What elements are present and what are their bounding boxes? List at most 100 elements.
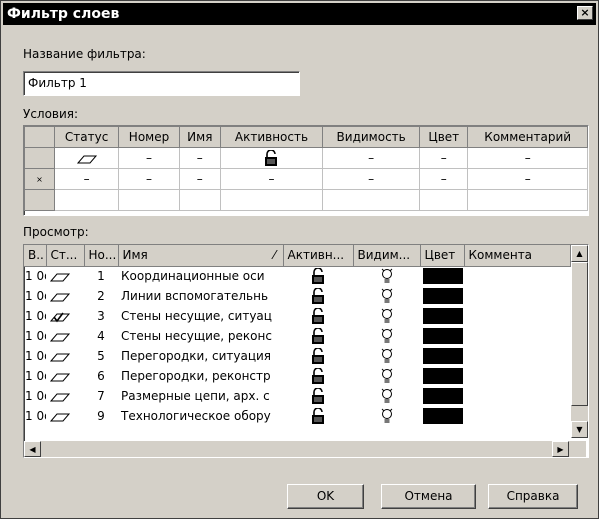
conditions-cell[interactable]: – xyxy=(53,168,120,190)
conditions-cell[interactable] xyxy=(53,147,120,169)
layer-visibility-cell[interactable] xyxy=(353,306,420,326)
view-col-header[interactable]: Активн... xyxy=(283,245,354,267)
layer-activity-cell[interactable] xyxy=(283,306,353,326)
conditions-col-header[interactable]: Комментарий xyxy=(467,126,588,148)
layer-visibility-cell[interactable] xyxy=(353,406,420,426)
layer-row[interactable]: 1 0q 3 Стены несущие, ситуац xyxy=(24,306,570,326)
conditions-cell[interactable] xyxy=(219,189,324,211)
layer-activity-cell[interactable] xyxy=(283,346,353,366)
layer-color-cell[interactable] xyxy=(420,366,464,386)
conditions-cell[interactable]: – xyxy=(178,168,221,190)
conditions-col-header[interactable]: Видимость xyxy=(322,126,421,148)
conditions-cell[interactable] xyxy=(419,189,469,211)
conditions-cell[interactable]: – xyxy=(419,147,469,169)
conditions-col-header[interactable]: Активность xyxy=(219,126,324,148)
layer-row[interactable]: 1 0q 2 Линии вспомогательнь xyxy=(24,286,570,306)
conditions-cell[interactable] xyxy=(322,189,421,211)
layer-activity-cell[interactable] xyxy=(283,366,353,386)
layer-status-cell[interactable] xyxy=(46,306,84,326)
conditions-row-header[interactable] xyxy=(24,147,55,169)
conditions-col-header[interactable]: Статус xyxy=(53,126,120,148)
status-icon xyxy=(49,369,71,383)
layer-status-cell[interactable] xyxy=(46,366,84,386)
layer-color-cell[interactable] xyxy=(420,306,464,326)
cancel-button[interactable]: Отмена xyxy=(381,484,476,509)
view-col-header[interactable]: Ст... xyxy=(46,245,85,267)
conditions-cell[interactable]: – xyxy=(322,168,421,190)
layer-color-cell[interactable] xyxy=(420,406,464,426)
layer-activity-cell[interactable] xyxy=(283,386,353,406)
layer-visibility-cell[interactable] xyxy=(353,386,420,406)
view-col-header[interactable]: Но... xyxy=(84,245,119,267)
vertical-scrollbar[interactable]: ▲ ▼ xyxy=(571,245,588,438)
view-col-header[interactable]: Имя ⁄ xyxy=(118,245,284,267)
lock-icon xyxy=(311,367,325,384)
lock-icon xyxy=(311,307,325,324)
view-col-header[interactable]: Цвет xyxy=(420,245,465,267)
filter-name-input[interactable]: Фильтр 1 xyxy=(23,71,300,96)
layer-activity-cell[interactable] xyxy=(283,266,353,286)
layer-row[interactable]: 1 0q 5 Перегородки, ситуация xyxy=(24,346,570,366)
layer-row[interactable]: 1 0q 1 Координационные оси xyxy=(24,266,570,286)
conditions-cell[interactable]: – xyxy=(322,147,421,169)
bulb-icon xyxy=(381,348,393,363)
layer-color-cell[interactable] xyxy=(420,266,464,286)
conditions-cell[interactable]: – xyxy=(419,168,469,190)
view-col-header[interactable]: Видим... xyxy=(353,245,421,267)
layer-activity-cell[interactable] xyxy=(283,286,353,306)
conditions-row-header[interactable] xyxy=(24,189,55,211)
layer-status-cell[interactable] xyxy=(46,386,84,406)
conditions-cell[interactable] xyxy=(178,189,221,211)
conditions-row-header[interactable]: × xyxy=(24,168,55,190)
conditions-row[interactable]: – – – – – xyxy=(24,147,588,169)
layer-status-cell[interactable] xyxy=(46,266,84,286)
conditions-col-header[interactable]: Имя xyxy=(178,126,221,148)
layer-visibility-cell[interactable] xyxy=(353,326,420,346)
layer-activity-cell[interactable] xyxy=(283,406,353,426)
ok-button[interactable]: OK xyxy=(287,484,364,509)
conditions-grid[interactable]: Статус Номер Имя Активность Видимость Цвет Ком… xyxy=(23,125,589,216)
layer-visibility-cell[interactable] xyxy=(353,346,420,366)
layer-status-cell[interactable] xyxy=(46,286,84,306)
scroll-left-button[interactable]: ◀ xyxy=(24,441,41,457)
conditions-cell[interactable]: – xyxy=(219,168,324,190)
scroll-up-button[interactable]: ▲ xyxy=(571,245,588,262)
help-button[interactable]: Справка xyxy=(488,484,578,509)
layer-color-cell[interactable] xyxy=(420,386,464,406)
layer-row[interactable]: 1 0q 9 Технологическое обору xyxy=(24,406,570,426)
view-col-header[interactable]: В.. xyxy=(24,245,47,267)
layer-row[interactable]: 1 0q 4 Стены несущие, реконс xyxy=(24,326,570,346)
conditions-cell[interactable]: – xyxy=(178,147,221,169)
close-button[interactable]: × xyxy=(577,6,593,20)
conditions-cell[interactable]: – xyxy=(467,147,588,169)
view-col-header[interactable]: Коммента xyxy=(464,245,571,267)
conditions-col-header[interactable]: Номер xyxy=(118,126,180,148)
conditions-cell[interactable] xyxy=(219,147,324,169)
layer-activity-cell[interactable] xyxy=(283,326,353,346)
conditions-cell[interactable]: – xyxy=(118,147,180,169)
layer-visibility-cell[interactable] xyxy=(353,266,420,286)
conditions-cell[interactable] xyxy=(467,189,588,211)
conditions-cell[interactable]: – xyxy=(118,168,180,190)
conditions-row[interactable]: × – – – – – – – xyxy=(24,168,588,190)
scroll-right-button[interactable]: ▶ xyxy=(552,441,569,457)
layer-status-cell[interactable] xyxy=(46,346,84,366)
layer-color-cell[interactable] xyxy=(420,326,464,346)
layer-status-cell[interactable] xyxy=(46,406,84,426)
layer-visibility-cell[interactable] xyxy=(353,286,420,306)
conditions-cell[interactable] xyxy=(53,189,120,211)
conditions-cell[interactable]: – xyxy=(467,168,588,190)
layer-color-cell[interactable] xyxy=(420,286,464,306)
layer-color-cell[interactable] xyxy=(420,346,464,366)
conditions-col-header[interactable]: Цвет xyxy=(419,126,469,148)
layer-row[interactable]: 1 0q 7 Размерные цепи, арх. с xyxy=(24,386,570,406)
horizontal-scrollbar[interactable]: ◀ ▶ xyxy=(24,441,586,457)
scroll-thumb[interactable] xyxy=(571,262,588,406)
view-grid[interactable]: В.. Ст... Но... Имя ⁄ Активн... Видим... Цвет Ко… xyxy=(23,244,589,458)
conditions-cell[interactable] xyxy=(118,189,180,211)
conditions-row[interactable] xyxy=(24,189,588,211)
layer-status-cell[interactable] xyxy=(46,326,84,346)
layer-visibility-cell[interactable] xyxy=(353,366,420,386)
layer-row[interactable]: 1 0q 6 Перегородки, реконстр xyxy=(24,366,570,386)
scroll-down-button[interactable]: ▼ xyxy=(571,421,588,438)
